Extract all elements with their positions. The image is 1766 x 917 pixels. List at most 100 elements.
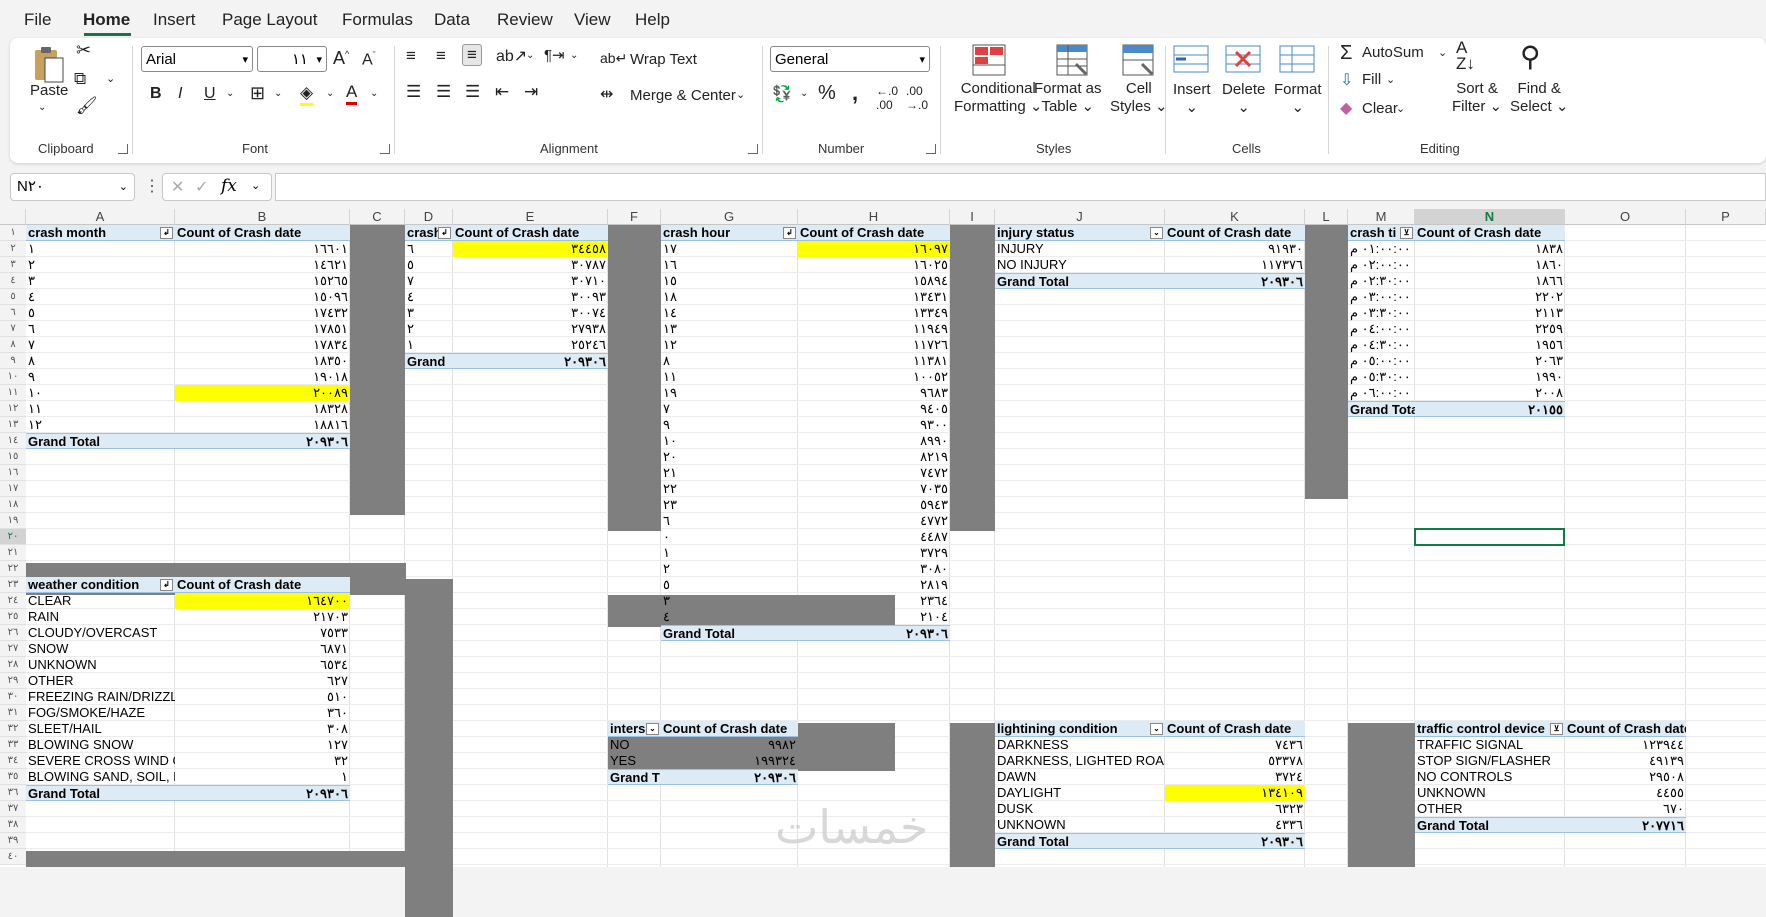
pivot-month-label[interactable]: ٢ [26, 257, 175, 273]
pivot-weather-grand-total-value[interactable]: ٢٠٩٣٠٦ [175, 785, 350, 801]
decrease-decimal-icon[interactable]: .00 →.0 [906, 84, 928, 112]
column-header-f[interactable]: F [608, 209, 661, 225]
pivot-month-label[interactable]: ٣ [26, 273, 175, 289]
pivot-weather-value[interactable]: ٢١٧٠٣ [175, 609, 350, 625]
pivot-day-value[interactable]: ٣٠٧٨٧ [453, 257, 608, 273]
pivot-injury-grand-total-value[interactable]: ٢٠٩٣٠٦ [1165, 273, 1305, 289]
pivot-traffic-value[interactable]: ٦٧٠ [1565, 801, 1686, 817]
row-header[interactable]: ٢ [0, 241, 26, 257]
cell-styles-icon[interactable] [1122, 44, 1156, 78]
row-header[interactable]: ١٦ [0, 465, 26, 481]
underline-dropdown-icon[interactable]: ⌄ [226, 88, 234, 99]
pivot-day-label[interactable]: ٤ [405, 289, 453, 305]
pivot-traffic-value[interactable]: ١٢٣٩٤٤ [1565, 737, 1686, 753]
filter-dropdown-icon[interactable]: ⌄ [1150, 723, 1163, 735]
pivot-month-value[interactable]: ١٨٣٢٨ [175, 401, 350, 417]
filter-dropdown-icon[interactable]: ⌄ [1150, 227, 1163, 239]
delete-cells-icon[interactable] [1224, 44, 1262, 76]
pivot-weather-label[interactable]: BLOWING SAND, SOIL, DIRT [26, 769, 175, 785]
pivot-hour-label[interactable]: ١ [661, 545, 798, 561]
pivot-inter-grand-total-label[interactable]: Grand T [608, 769, 661, 785]
row-header[interactable]: ١١ [0, 385, 26, 401]
filter-dropdown-icon[interactable]: ↲ [160, 579, 173, 591]
pivot-hour-value[interactable]: ١١٣٨١ [798, 353, 950, 369]
pivot-time-value[interactable]: ٢١١٣ [1415, 305, 1565, 321]
pivot-month-label[interactable]: ٦ [26, 321, 175, 337]
pivot-light-label[interactable]: DARKNESS, LIGHTED ROAD [995, 753, 1165, 769]
borders-icon[interactable]: ⊞ [250, 83, 265, 104]
pivot-hour-value[interactable]: ١١٧٢٦ [798, 337, 950, 353]
italic-icon[interactable]: I [178, 85, 182, 103]
pivot-weather-value[interactable]: ٦٨٧١ [175, 641, 350, 657]
row-header[interactable]: ٨ [0, 337, 26, 353]
pivot-hour-label[interactable]: ١٥ [661, 273, 798, 289]
accounting-format-icon[interactable]: 💱 [772, 84, 792, 104]
cut-icon[interactable]: ✂ [76, 40, 91, 61]
pivot-light-label[interactable]: DAYLIGHT [995, 785, 1165, 801]
pivot-traffic-value[interactable]: ٢٩٥٠٨ [1565, 769, 1686, 785]
pivot-month-value[interactable]: ١٨٣٥٠ [175, 353, 350, 369]
wrap-text-button[interactable]: Wrap Text [630, 51, 697, 68]
alignment-launcher-icon[interactable] [748, 144, 758, 154]
pivot-weather-label[interactable]: UNKNOWN [26, 657, 175, 673]
row-header[interactable]: ٢١ [0, 545, 26, 561]
pivot-hour-value[interactable]: ٣٠٨٠ [798, 561, 950, 577]
row-header[interactable]: ٣٩ [0, 833, 26, 849]
column-header-a[interactable]: A [26, 209, 175, 225]
row-header[interactable]: ١٨ [0, 497, 26, 513]
pivot-injury-value[interactable]: ١١٧٣٧٦ [1165, 257, 1305, 273]
pivot-inter-label[interactable]: NO [608, 737, 661, 753]
pivot-hour-label[interactable]: ١٧ [661, 241, 798, 257]
pivot-weather-value[interactable]: ٧٥٣٣ [175, 625, 350, 641]
pivot-month-label[interactable]: ٩ [26, 369, 175, 385]
pivot-weather-label[interactable]: SNOW [26, 641, 175, 657]
row-header[interactable]: ٣٣ [0, 737, 26, 753]
pivot-hour-value[interactable]: ١١٩٤٩ [798, 321, 950, 337]
pivot-weather-value[interactable]: ١٢٧ [175, 737, 350, 753]
align-top-icon[interactable]: ≡ [406, 46, 416, 66]
pivot-hour-value[interactable]: ٨٩٩٠ [798, 433, 950, 449]
menu-review[interactable]: Review [497, 10, 553, 30]
pivot-weather-grand-total-label[interactable]: Grand Total [26, 785, 175, 801]
pivot-injury-value[interactable]: ٩١٩٣٠ [1165, 241, 1305, 257]
pivot-hour-label[interactable]: ١٠ [661, 433, 798, 449]
fill-color-icon[interactable]: ◈ [300, 83, 314, 106]
clear-dropdown-icon[interactable]: ⌄ [1396, 102, 1405, 115]
pivot-injury-label[interactable]: INJURY [995, 241, 1165, 257]
pivot-light-label[interactable]: UNKNOWN [995, 817, 1165, 833]
pivot-inter-label[interactable]: YES [608, 753, 661, 769]
row-header[interactable]: ٢٥ [0, 609, 26, 625]
pivot-day-label[interactable]: ٢ [405, 321, 453, 337]
pivot-hour-value[interactable]: ٧٤٧٢ [798, 465, 950, 481]
pivot-hour-label[interactable]: ٨ [661, 353, 798, 369]
format-as-table-icon[interactable] [1056, 44, 1090, 78]
underline-icon[interactable]: U [204, 85, 216, 103]
pivot-hour-value[interactable]: ١٦٠٩٧ [798, 241, 950, 257]
pivot-hour-label[interactable]: ٢٠ [661, 449, 798, 465]
pivot-month-value[interactable]: ١٧٨٣٤ [175, 337, 350, 353]
row-header[interactable]: ٣٦ [0, 785, 26, 801]
pivot-traffic-row-header[interactable]: traffic control device ⊻ [1415, 721, 1565, 737]
filter-dropdown-icon[interactable]: ↲ [783, 227, 796, 239]
pivot-hour-value[interactable]: ١٦٠٢٥ [798, 257, 950, 273]
name-box[interactable]: N٢٠ ⌄ [10, 173, 135, 201]
pivot-inter-value[interactable]: ٩٩٨٢ [661, 737, 798, 753]
row-header[interactable]: ٣ [0, 257, 26, 273]
fill-dropdown-icon[interactable]: ⌄ [1386, 73, 1395, 86]
pivot-weather-label[interactable]: SLEET/HAIL [26, 721, 175, 737]
pivot-hour-grand-total-value[interactable]: ٢٠٩٣٠٦ [798, 625, 950, 641]
pivot-day-label[interactable]: ٣ [405, 305, 453, 321]
column-header-l[interactable]: L [1305, 209, 1348, 225]
wrap-text-icon[interactable]: ab↵ [600, 50, 627, 67]
menu-page-layout[interactable]: Page Layout [222, 10, 317, 30]
increase-indent-icon[interactable]: ⇥ [524, 82, 538, 102]
pivot-weather-value[interactable]: ٦٥٣٤ [175, 657, 350, 673]
pivot-month-label[interactable]: ١٠ [26, 385, 175, 401]
insert-function-icon[interactable]: fx [221, 176, 237, 196]
pivot-light-grand-total-label[interactable]: Grand Total [995, 833, 1165, 849]
row-header[interactable]: ٣٠ [0, 689, 26, 705]
column-header-i[interactable]: I [950, 209, 995, 225]
pivot-time-value[interactable]: ٢٢٠٢ [1415, 289, 1565, 305]
pivot-time-value[interactable]: ١٩٩٠ [1415, 369, 1565, 385]
pivot-light-value[interactable]: ١٣٤١٠٩ [1165, 785, 1305, 801]
